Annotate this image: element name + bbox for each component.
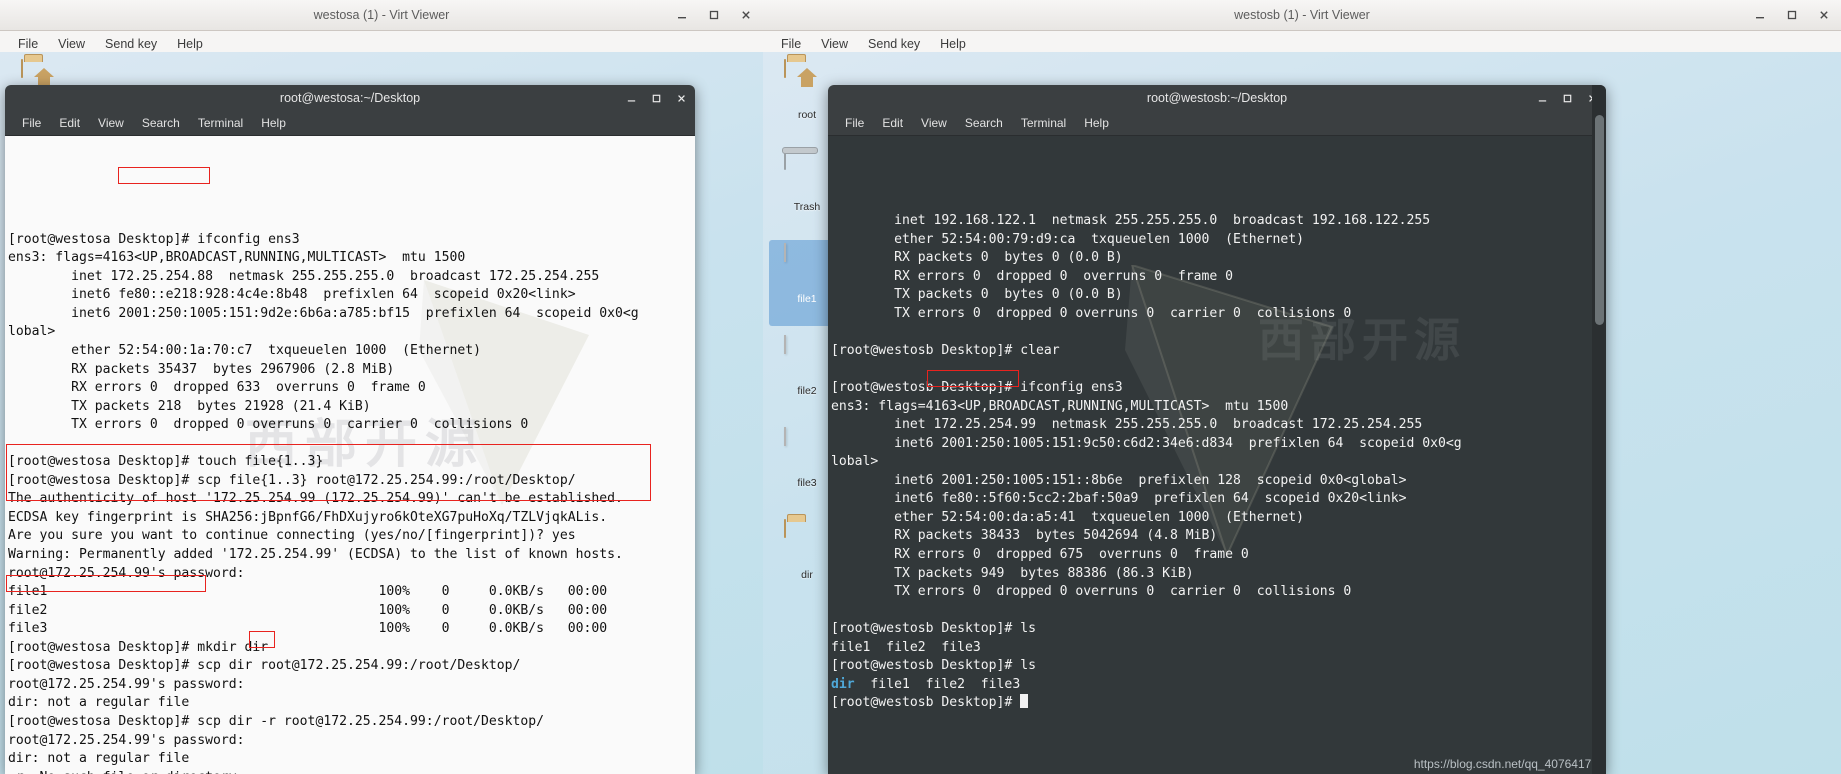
folder-icon bbox=[784, 519, 830, 566]
gnome-desktop-westosb[interactable]: root Trash file1 file2 file3 dir root@we… bbox=[763, 52, 1841, 774]
terminal-menubar[interactable]: File Edit View Search Terminal Help bbox=[5, 111, 695, 136]
terminal-menu-edit[interactable]: Edit bbox=[50, 111, 89, 135]
minimize-icon[interactable] bbox=[1749, 4, 1771, 26]
maximize-icon[interactable] bbox=[651, 93, 662, 104]
highlight-ip-88 bbox=[118, 166, 210, 184]
terminal-menu-file[interactable]: File bbox=[836, 111, 873, 135]
gnome-terminal-westosb[interactable]: root@westosb:~/Desktop File Edit View Se… bbox=[828, 85, 1606, 774]
terminal-menu-file[interactable]: File bbox=[13, 111, 50, 135]
virt-viewer-window-westosa[interactable]: westosa (1) - Virt Viewer File View Send… bbox=[0, 0, 763, 774]
terminal-menu-help[interactable]: Help bbox=[252, 111, 295, 135]
minimize-icon[interactable] bbox=[1537, 93, 1548, 104]
maximize-icon[interactable] bbox=[1562, 93, 1573, 104]
terminal-menu-search[interactable]: Search bbox=[956, 111, 1012, 135]
terminal-window-controls[interactable] bbox=[1537, 85, 1598, 111]
terminal-menu-help[interactable]: Help bbox=[1075, 111, 1118, 135]
document-icon bbox=[784, 243, 830, 290]
window-controls[interactable] bbox=[671, 0, 757, 30]
terminal-menu-terminal[interactable]: Terminal bbox=[189, 111, 252, 135]
desktop-icon-label: Trash bbox=[793, 201, 821, 213]
terminal-menu-edit[interactable]: Edit bbox=[873, 111, 912, 135]
terminal-title: root@westosa:~/Desktop bbox=[279, 91, 421, 105]
close-icon[interactable] bbox=[1813, 4, 1835, 26]
window-title: westosb (1) - Virt Viewer bbox=[1234, 8, 1370, 22]
terminal-menu-view[interactable]: View bbox=[89, 111, 133, 135]
terminal-output-westosa[interactable]: 西部开源 [root@westosa Desktop]# ifconfig en… bbox=[5, 136, 695, 774]
close-icon[interactable] bbox=[735, 4, 757, 26]
terminal-menubar[interactable]: File Edit View Search Terminal Help bbox=[828, 111, 1606, 136]
window-controls[interactable] bbox=[1749, 0, 1835, 30]
maximize-icon[interactable] bbox=[1781, 4, 1803, 26]
terminal-scrollbar[interactable] bbox=[1592, 85, 1606, 774]
terminal-menu-search[interactable]: Search bbox=[133, 111, 189, 135]
close-icon[interactable] bbox=[676, 93, 687, 104]
desktop-icon-label: root bbox=[797, 109, 817, 121]
maximize-icon[interactable] bbox=[703, 4, 725, 26]
gnome-desktop-westosa[interactable]: root Trash file1 file2 bbox=[0, 52, 763, 774]
home-folder-icon bbox=[784, 59, 830, 106]
gnome-terminal-westosa[interactable]: root@westosa:~/Desktop File Edit View Se… bbox=[5, 85, 695, 774]
document-icon bbox=[784, 335, 830, 382]
terminal-titlebar[interactable]: root@westosb:~/Desktop bbox=[828, 85, 1606, 111]
desktop-icon-label: file2 bbox=[797, 385, 817, 397]
desktop-icon-label: dir bbox=[801, 569, 813, 581]
csdn-watermark: https://blog.csdn.net/qq_40764171 bbox=[1413, 757, 1598, 772]
desktop-icon-label: file3 bbox=[797, 477, 817, 489]
trash-icon bbox=[784, 151, 830, 198]
window-titlebar[interactable]: westosa (1) - Virt Viewer bbox=[0, 0, 763, 31]
terminal-menu-view[interactable]: View bbox=[912, 111, 956, 135]
minimize-icon[interactable] bbox=[671, 4, 693, 26]
window-title: westosa (1) - Virt Viewer bbox=[313, 8, 450, 22]
terminal-cursor bbox=[1020, 694, 1029, 709]
terminal-window-controls[interactable] bbox=[626, 85, 687, 111]
window-titlebar[interactable]: westosb (1) - Virt Viewer bbox=[763, 0, 1841, 31]
document-icon bbox=[784, 427, 830, 474]
terminal-menu-terminal[interactable]: Terminal bbox=[1012, 111, 1075, 135]
desktop-icon-label: file1 bbox=[797, 293, 817, 305]
terminal-titlebar[interactable]: root@westosa:~/Desktop bbox=[5, 85, 695, 111]
terminal-title: root@westosb:~/Desktop bbox=[1146, 91, 1288, 105]
minimize-icon[interactable] bbox=[626, 93, 637, 104]
terminal-output-westosb[interactable]: 西部开源 inet 192.168.122.1 netmask 255.255.… bbox=[828, 136, 1606, 774]
virt-viewer-window-westosb[interactable]: westosb (1) - Virt Viewer File View Send… bbox=[763, 0, 1841, 774]
